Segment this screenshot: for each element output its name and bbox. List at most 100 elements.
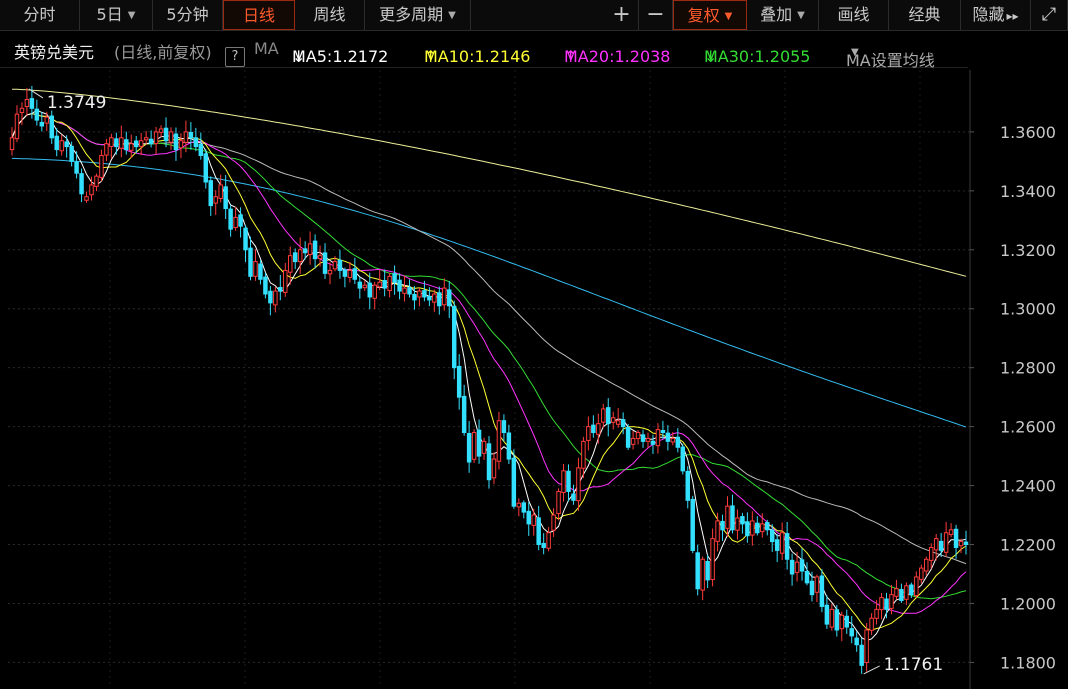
- candle-body: [556, 490, 561, 514]
- candle-body: [49, 115, 54, 139]
- candle-body: [814, 576, 820, 593]
- candle: [765, 519, 770, 536]
- candle: [129, 134, 134, 159]
- candle-body: [342, 269, 348, 277]
- candle: [665, 425, 671, 451]
- candle-body: [864, 629, 869, 663]
- candle-body: [491, 458, 497, 479]
- candle: [402, 275, 407, 302]
- candle-body: [705, 560, 710, 581]
- candle: [382, 269, 387, 297]
- candle: [839, 611, 845, 642]
- candle-body: [44, 116, 50, 124]
- candle-body: [198, 143, 204, 156]
- candle-body: [914, 576, 919, 597]
- candle: [928, 543, 934, 569]
- candle-body: [606, 407, 611, 425]
- candle-body: [332, 261, 338, 270]
- candle-body: [496, 420, 502, 462]
- candle-body: [367, 282, 372, 298]
- candle: [347, 262, 353, 283]
- candle-body: [412, 293, 417, 301]
- candle-body: [953, 528, 959, 548]
- candle: [417, 287, 422, 307]
- candle-body: [124, 139, 129, 151]
- candle-body: [481, 440, 487, 454]
- candle: [198, 132, 204, 160]
- candle-body: [635, 432, 641, 440]
- candle-body: [665, 432, 671, 442]
- candle-body: [39, 121, 45, 127]
- candle: [516, 498, 522, 517]
- candle-body: [829, 608, 835, 628]
- candle-body: [153, 131, 159, 145]
- candle: [397, 273, 402, 300]
- candle-body: [909, 584, 914, 596]
- candle: [685, 466, 690, 509]
- candle: [168, 127, 174, 150]
- candle: [710, 528, 715, 587]
- candle: [114, 132, 119, 155]
- candlestick-chart[interactable]: 1.1800 1.2000 1.2200 1.2400 1.2600 1.2800 1.30…: [0, 0, 1068, 689]
- candle-body: [263, 276, 268, 295]
- candle-body: [740, 516, 745, 525]
- candle: [39, 112, 45, 132]
- candle-body: [511, 457, 517, 507]
- candle: [437, 286, 442, 315]
- min-pointer: [863, 665, 880, 675]
- candle: [54, 128, 59, 157]
- annotations: 1.3749 1.1761: [28, 88, 943, 675]
- candle-body: [779, 532, 785, 554]
- y-tick-label: 1.2600: [1000, 418, 1056, 437]
- candles: [9, 85, 969, 674]
- candle-body: [730, 505, 735, 531]
- candle: [283, 262, 288, 297]
- candle-body: [750, 520, 755, 536]
- candle: [854, 631, 859, 652]
- candle: [521, 500, 527, 519]
- candle-body: [64, 141, 69, 148]
- candle: [442, 278, 447, 311]
- candle-body: [24, 98, 30, 108]
- candle: [546, 527, 551, 552]
- candle-body: [283, 269, 288, 293]
- candle: [312, 234, 318, 269]
- candle-body: [382, 280, 387, 289]
- candle-body: [99, 154, 104, 178]
- candle-body: [755, 522, 760, 534]
- candle-body: [943, 532, 949, 553]
- candle-body: [526, 510, 531, 525]
- candle: [481, 437, 487, 460]
- candle-body: [879, 597, 884, 611]
- candle: [188, 122, 194, 150]
- candle: [124, 131, 129, 155]
- candle-body: [238, 214, 243, 227]
- candle-body: [158, 128, 164, 133]
- candle: [730, 494, 735, 534]
- candle: [844, 609, 849, 634]
- candle-body: [297, 249, 303, 263]
- candle-body: [536, 517, 541, 546]
- candle-body: [114, 138, 119, 148]
- candle: [138, 133, 144, 156]
- candle-body: [59, 140, 64, 152]
- candle: [745, 512, 750, 543]
- candle-body: [824, 604, 830, 625]
- candle: [725, 496, 730, 537]
- candle-body: [193, 137, 199, 148]
- candle-body: [874, 608, 879, 619]
- candle: [924, 556, 929, 576]
- candle: [750, 511, 755, 546]
- candle-body: [933, 538, 939, 551]
- candle: [292, 248, 298, 270]
- candle-body: [362, 284, 368, 289]
- ma60-line: [11, 113, 967, 565]
- candle: [213, 190, 218, 215]
- max-price-label: 1.3749: [47, 93, 106, 113]
- candle-body: [859, 644, 864, 666]
- candle-body: [268, 290, 273, 304]
- candle-body: [844, 615, 849, 628]
- candle-body: [581, 440, 586, 469]
- candle: [387, 272, 392, 298]
- candle: [183, 120, 189, 153]
